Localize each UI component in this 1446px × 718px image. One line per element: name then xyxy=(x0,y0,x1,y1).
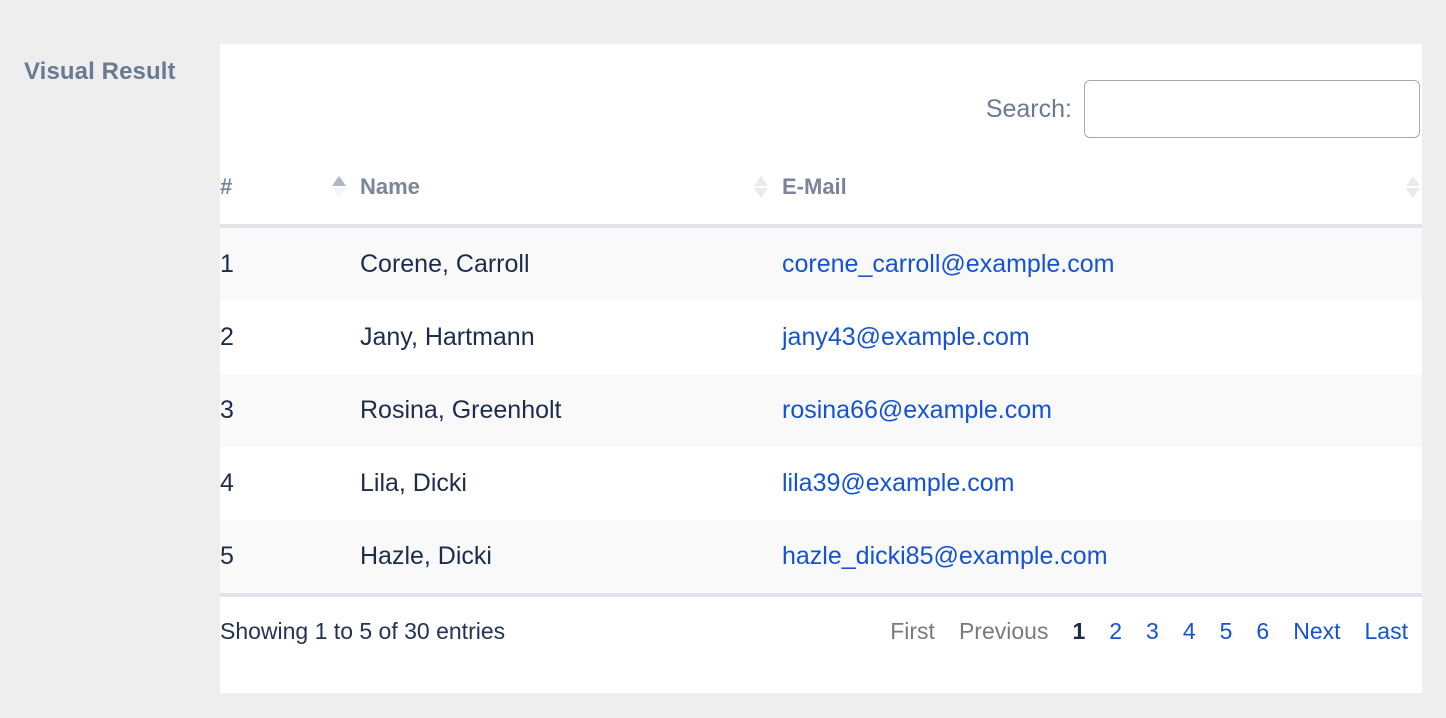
pagination-first[interactable]: First xyxy=(878,618,947,645)
email-link[interactable]: jany43@example.com xyxy=(782,323,1030,351)
cell-email: rosina66@example.com xyxy=(782,374,1422,447)
table-row[interactable]: 2 Jany, Hartmann jany43@example.com xyxy=(220,301,1422,374)
cell-name: Jany, Hartmann xyxy=(360,301,782,374)
visual-result-label: Visual Result xyxy=(24,58,176,86)
pagination-page-4[interactable]: 4 xyxy=(1171,618,1208,645)
table-body: 1 Corene, Carroll corene_carroll@example… xyxy=(220,226,1422,595)
sort-both-icon[interactable] xyxy=(754,176,768,198)
email-link[interactable]: hazle_dicki85@example.com xyxy=(782,542,1108,570)
cell-num: 4 xyxy=(220,447,360,520)
results-table: # Name xyxy=(220,174,1422,597)
column-header-name-label: Name xyxy=(360,174,420,200)
column-header-num[interactable]: # xyxy=(220,174,360,226)
table-row[interactable]: 4 Lila, Dicki lila39@example.com xyxy=(220,447,1422,520)
table-row[interactable]: 5 Hazle, Dicki hazle_dicki85@example.com xyxy=(220,520,1422,595)
column-header-email-label: E-Mail xyxy=(782,174,847,200)
column-header-email[interactable]: E-Mail xyxy=(782,174,1422,226)
cell-num: 2 xyxy=(220,301,360,374)
cell-email: lila39@example.com xyxy=(782,447,1422,520)
datatable-panel: Search: # xyxy=(220,44,1422,693)
table-footer: Showing 1 to 5 of 30 entries First Previ… xyxy=(220,597,1422,665)
email-link[interactable]: corene_carroll@example.com xyxy=(782,250,1114,278)
table-row[interactable]: 3 Rosina, Greenholt rosina66@example.com xyxy=(220,374,1422,447)
column-header-name[interactable]: Name xyxy=(360,174,782,226)
caret-up-icon xyxy=(332,176,346,186)
caret-up-icon xyxy=(1406,176,1420,186)
search-row: Search: xyxy=(220,44,1422,174)
pagination-next[interactable]: Next xyxy=(1281,618,1352,645)
cell-email: corene_carroll@example.com xyxy=(782,226,1422,301)
cell-num: 5 xyxy=(220,520,360,595)
caret-down-icon xyxy=(754,188,768,198)
entries-info: Showing 1 to 5 of 30 entries xyxy=(220,618,505,645)
sort-both-icon[interactable] xyxy=(1406,176,1420,198)
caret-down-icon xyxy=(332,188,346,198)
pagination: First Previous 1 2 3 4 5 6 Next Last xyxy=(878,618,1420,645)
pagination-page-6[interactable]: 6 xyxy=(1244,618,1281,645)
table-row[interactable]: 1 Corene, Carroll corene_carroll@example… xyxy=(220,226,1422,301)
email-link[interactable]: lila39@example.com xyxy=(782,469,1014,497)
search-input[interactable] xyxy=(1084,80,1420,138)
search-label: Search: xyxy=(986,95,1072,124)
pagination-previous[interactable]: Previous xyxy=(947,618,1060,645)
table-header-row: # Name xyxy=(220,174,1422,226)
pagination-last[interactable]: Last xyxy=(1353,618,1420,645)
cell-name: Rosina, Greenholt xyxy=(360,374,782,447)
sort-both-icon[interactable] xyxy=(332,176,346,198)
table-head: # Name xyxy=(220,174,1422,226)
caret-up-icon xyxy=(754,176,768,186)
cell-name: Corene, Carroll xyxy=(360,226,782,301)
cell-email: jany43@example.com xyxy=(782,301,1422,374)
caret-down-icon xyxy=(1406,188,1420,198)
cell-num: 3 xyxy=(220,374,360,447)
cell-email: hazle_dicki85@example.com xyxy=(782,520,1422,595)
column-header-num-label: # xyxy=(220,174,232,200)
pagination-page-1[interactable]: 1 xyxy=(1060,618,1097,645)
screen-root: Visual Result Search: # xyxy=(0,0,1446,718)
pagination-page-3[interactable]: 3 xyxy=(1134,618,1171,645)
pagination-page-2[interactable]: 2 xyxy=(1097,618,1134,645)
email-link[interactable]: rosina66@example.com xyxy=(782,396,1052,424)
cell-name: Lila, Dicki xyxy=(360,447,782,520)
cell-num: 1 xyxy=(220,226,360,301)
pagination-page-5[interactable]: 5 xyxy=(1208,618,1245,645)
cell-name: Hazle, Dicki xyxy=(360,520,782,595)
